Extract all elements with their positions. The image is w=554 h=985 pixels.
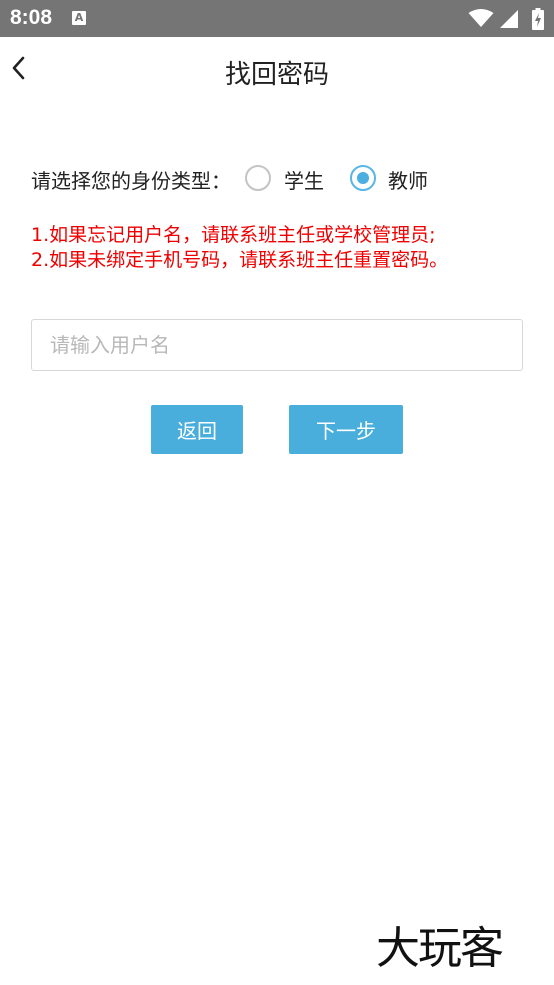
- watermark-logo: 大玩客: [376, 923, 504, 974]
- teacher-radio[interactable]: [350, 165, 376, 191]
- identity-label: 请选择您的身份类型：: [31, 169, 231, 193]
- notice-line-1: 1.如果忘记用户名，请联系班主任或学校管理员;: [31, 224, 436, 246]
- notice-text: 1.如果忘记用户名，请联系班主任或学校管理员; 2.如果未绑定手机号码，请联系班…: [31, 223, 541, 273]
- notification-a-icon: A: [72, 11, 86, 25]
- app-bar: 找回密码: [0, 37, 554, 103]
- username-input[interactable]: [31, 319, 523, 371]
- teacher-radio-label[interactable]: 教师: [388, 165, 428, 194]
- wifi-icon: [468, 9, 494, 27]
- notice-line-2: 2.如果未绑定手机号码，请联系班主任重置密码。: [31, 249, 449, 271]
- status-time: 8:08: [10, 6, 53, 29]
- student-radio-label[interactable]: 学生: [284, 165, 324, 194]
- status-bar: 8:08 A: [0, 0, 554, 37]
- back-button[interactable]: 返回: [151, 405, 243, 454]
- signal-icon: [500, 10, 518, 28]
- page-title: 找回密码: [224, 60, 329, 90]
- student-radio[interactable]: [245, 165, 271, 191]
- status-icons: [464, 8, 544, 30]
- identity-selector: 请选择您的身份类型： 学生 教师: [31, 163, 521, 195]
- battery-icon: [532, 8, 544, 30]
- next-button[interactable]: 下一步: [289, 405, 403, 454]
